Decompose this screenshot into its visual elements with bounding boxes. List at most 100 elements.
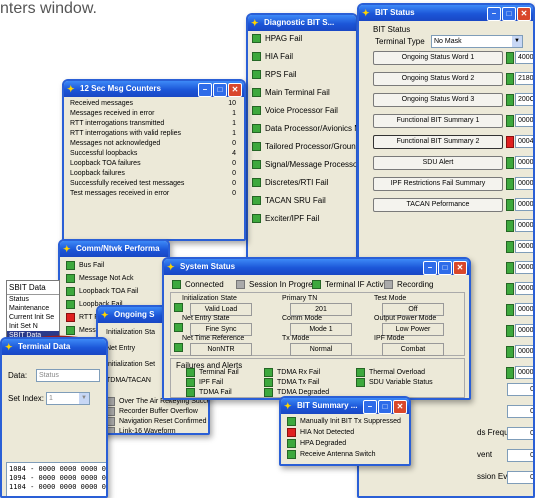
bit-summary-item-label: HIA Not Detected: [300, 429, 355, 437]
bit-status-button[interactable]: TACAN Peformance: [373, 198, 503, 212]
diagnostic-item-label: Discretes/RTI Fail: [265, 178, 329, 187]
system-indicator-label: Terminal IF Active: [325, 280, 389, 289]
bit-status-button[interactable]: Functional BIT Summary 1: [373, 114, 503, 128]
close-button[interactable]: ✕: [517, 7, 531, 21]
bit-status-titlebar[interactable]: ✦ BIT Status – □ ✕: [359, 5, 533, 21]
counter-row: Loopback failures 0: [70, 170, 238, 180]
counter-value: 0: [507, 471, 533, 484]
terminal-data-titlebar[interactable]: ✦ Terminal Data: [2, 339, 106, 355]
bit-status-button[interactable]: Ongoing Status Word 2: [373, 72, 503, 86]
comm-item-label: Loopback TOA Fail: [79, 288, 139, 296]
diagnostic-item-label: HPAG Fail: [265, 34, 303, 43]
system-indicator: Terminal IF Active: [312, 280, 389, 290]
green-status-led-icon: [287, 439, 296, 448]
counter-value: 0: [507, 383, 533, 396]
ongoing-field-label: Initialization Sta: [106, 329, 156, 336]
green-status-led-icon: [66, 261, 75, 270]
counter-row-label: Successful loopbacks: [70, 150, 138, 157]
diagnostic-item: Tailored Processor/Ground M: [252, 142, 356, 160]
counter-row-label: Test messages received in error: [70, 190, 170, 197]
green-status-led-icon: [356, 378, 365, 387]
green-status-led-icon: [506, 199, 514, 211]
bit-status-button[interactable]: Functional BIT Summary 2: [373, 135, 503, 149]
msg-counters-titlebar[interactable]: ✦ 12 Sec Msg Counters – □ ✕: [64, 81, 244, 97]
failure-item: Thermal Overload: [356, 368, 425, 377]
terminal-data-line: 1094 - 0000 0000 0000 0000 0000 0000: [9, 474, 106, 482]
counter-row-label: RTT interrogations transmitted: [70, 120, 165, 127]
counter-row: Test messages received in error 0: [70, 190, 238, 200]
window-icon: ✦: [251, 18, 259, 28]
failure-item-label: Terminal Fail: [199, 369, 239, 377]
data-select[interactable]: Status: [36, 369, 100, 382]
bit-status-value: 0000: [515, 156, 533, 169]
bit-summary-item: HPA Degraded: [287, 439, 403, 450]
comm-item: Message Not Ack: [66, 274, 162, 287]
green-status-led-icon: [66, 287, 75, 296]
green-status-led-icon: [287, 417, 296, 426]
diagnostic-item: Voice Processor Fail: [252, 106, 352, 124]
failure-item-label: SDU Variable Status: [369, 379, 433, 387]
bit-status-button[interactable]: Ongoing Status Word 3: [373, 93, 503, 107]
terminal-type-value: No Mask: [434, 38, 462, 45]
ongoing-item-label: Link-16 Waveform: [119, 428, 176, 435]
failure-item-label: TDMA Rx Fail: [277, 369, 321, 377]
green-status-led-icon: [506, 115, 514, 127]
diagnostic-item-label: Signal/Message Processor F: [265, 160, 358, 169]
close-button[interactable]: ✕: [393, 400, 407, 414]
maximize-button[interactable]: □: [378, 400, 392, 414]
system-field-label: Tx Mode: [282, 335, 310, 342]
green-status-led-icon: [506, 52, 514, 64]
comm-performance-titlebar[interactable]: ✦ Comm/Ntwk Performa: [60, 241, 168, 257]
close-button[interactable]: ✕: [453, 261, 467, 275]
maximize-button[interactable]: □: [438, 261, 452, 275]
close-button[interactable]: ✕: [228, 83, 242, 97]
green-status-led-icon: [252, 106, 261, 116]
bit-status-button[interactable]: IPF Restrictions Fail Summary: [373, 177, 503, 191]
diagnostic-item-label: Voice Processor Fail: [265, 106, 338, 115]
diagnostic-bit-titlebar[interactable]: ✦ Diagnostic BIT S...: [248, 15, 356, 31]
diagnostic-item-label: Exciter/IPF Fail: [265, 214, 320, 223]
bit-status-button[interactable]: Ongoing Status Word 1: [373, 51, 503, 65]
green-status-led-icon: [174, 343, 183, 352]
bit-status-extra-value: 0000: [515, 282, 533, 295]
system-indicator-label: Recording: [397, 280, 434, 289]
bit-summary-item: HIA Not Detected: [287, 428, 403, 439]
minimize-button[interactable]: –: [198, 83, 212, 97]
minimize-button[interactable]: –: [487, 7, 501, 21]
failure-item: SDU Variable Status: [356, 378, 433, 387]
system-status-titlebar[interactable]: ✦ System Status – □ ✕: [164, 259, 469, 275]
terminal-type-select[interactable]: No Mask ▼: [431, 35, 523, 48]
counter-label: vent: [477, 450, 493, 459]
failure-item-label: TDMA Tx Fail: [277, 379, 320, 387]
chevron-down-icon: ▼: [79, 393, 89, 404]
counter-row-value: 4: [232, 150, 236, 157]
green-status-led-icon: [252, 214, 261, 224]
maximize-button[interactable]: □: [213, 83, 227, 97]
green-status-led-icon: [506, 157, 514, 169]
diagnostic-item: HPAG Fail: [252, 34, 352, 52]
set-index-select[interactable]: 1 ▼: [46, 392, 90, 405]
diagnostic-item: HIA Fail: [252, 52, 352, 70]
red-status-led-icon: [287, 428, 296, 437]
ongoing-item: Recorder Buffer Overflow: [106, 407, 198, 416]
bit-summary-titlebar[interactable]: ✦ BIT Summary ... – □ ✕: [281, 398, 409, 414]
bit-status-title: BIT Status: [375, 8, 415, 17]
terminal-data-output: 1084 - 0000 0000 0000 0000 0000 00001094…: [6, 462, 106, 496]
bit-status-button[interactable]: SDU Alert: [373, 156, 503, 170]
counter-value: 0: [507, 405, 533, 418]
green-status-led-icon: [506, 262, 514, 274]
green-status-led-icon: [506, 283, 514, 295]
counter-row-label: Received messages: [70, 100, 134, 107]
system-field-label: Initialization State: [182, 295, 237, 302]
green-status-led-icon: [506, 367, 514, 379]
green-status-led-icon: [506, 94, 514, 106]
set-index-value: 1: [49, 395, 53, 402]
minimize-button[interactable]: –: [363, 400, 377, 414]
maximize-button[interactable]: □: [502, 7, 516, 21]
bit-status-value: 0000: [515, 177, 533, 190]
green-status-led-icon: [252, 196, 261, 206]
bit-summary-window: ✦ BIT Summary ... – □ ✕ Manually Init BIT T…: [279, 396, 411, 466]
minimize-button[interactable]: –: [423, 261, 437, 275]
diagnostic-item-label: Data Processor/Avionics Mu: [265, 124, 358, 133]
red-status-led-icon: [506, 136, 514, 148]
